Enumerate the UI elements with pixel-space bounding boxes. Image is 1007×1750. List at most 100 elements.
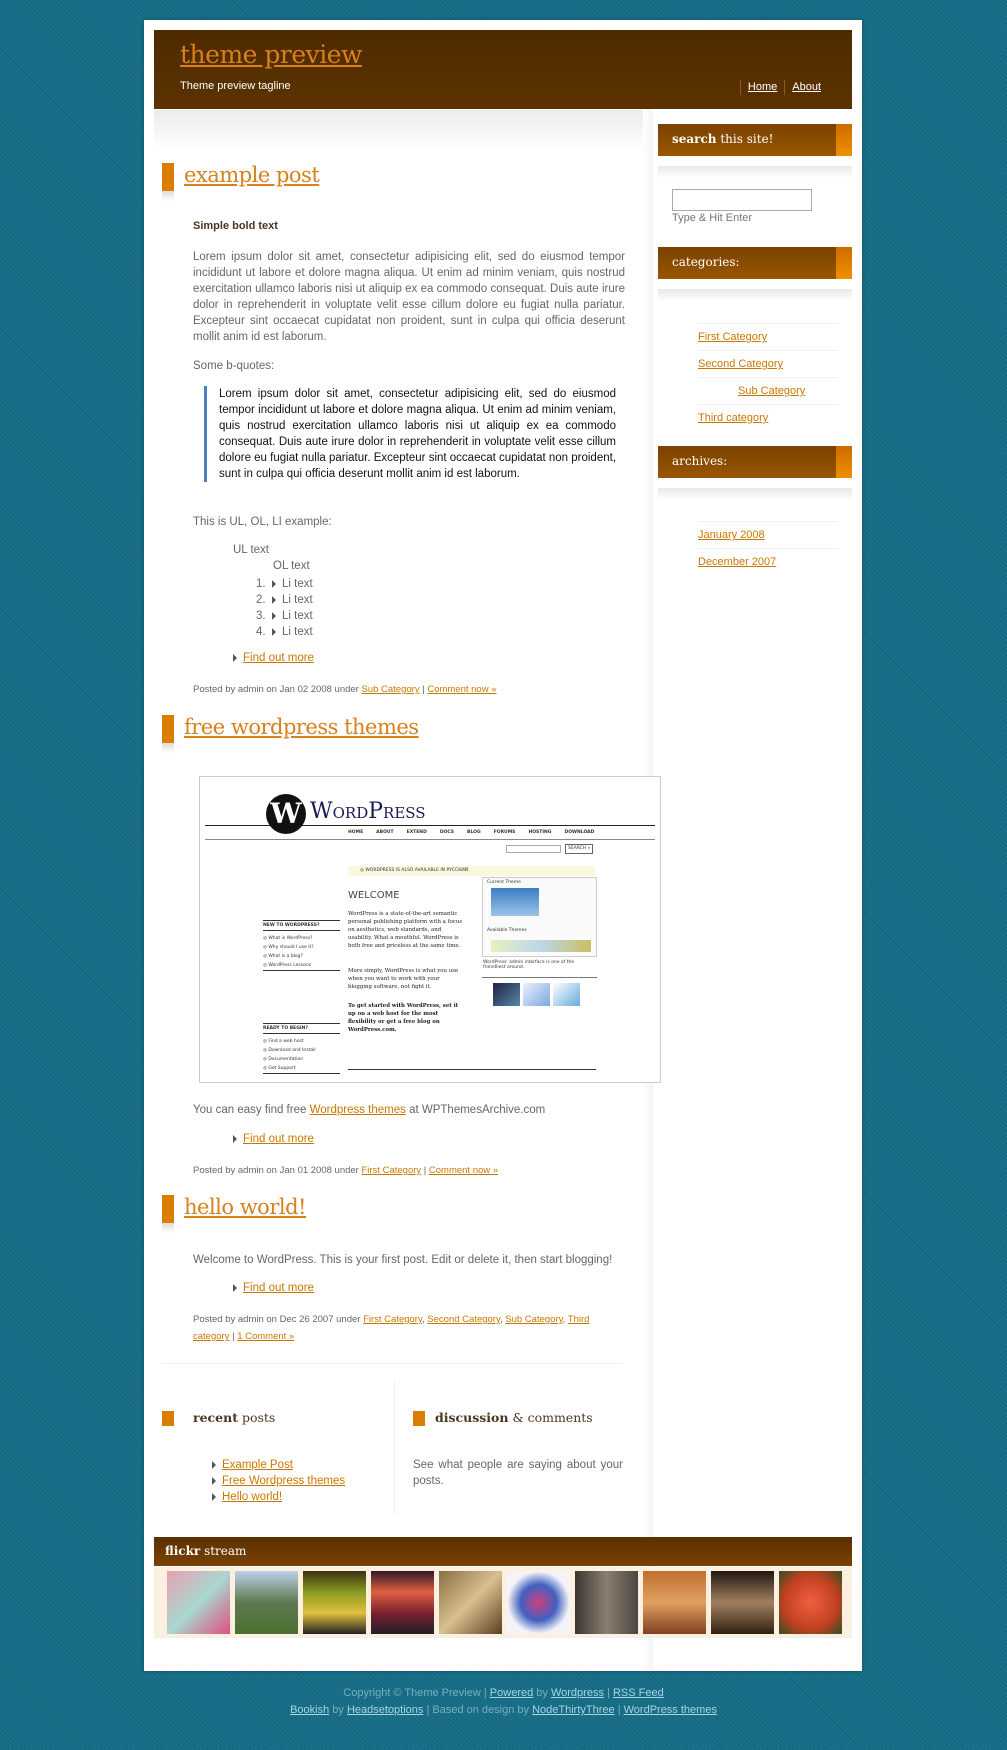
bold-text: Simple bold text bbox=[193, 220, 278, 232]
wp-theme-preview bbox=[491, 888, 539, 916]
comment-link[interactable]: Comment now » bbox=[427, 684, 496, 695]
rss-link[interactable]: RSS Feed bbox=[613, 1687, 664, 1699]
wp-new-head: NEW TO WORDPRESS? bbox=[263, 920, 340, 931]
flickr-photo[interactable] bbox=[235, 1571, 298, 1634]
headsetoptions-link[interactable]: Headsetoptions bbox=[347, 1704, 423, 1716]
recent-posts-list: Example Post Free Wordpress themes Hello… bbox=[212, 1457, 345, 1505]
wp-thumb bbox=[523, 983, 550, 1006]
discussion-text: See what people are saying about your po… bbox=[413, 1459, 623, 1487]
wp-current-theme: Current Theme bbox=[487, 880, 521, 885]
post-meta: Posted by admin on Dec 26 2007 under Fir… bbox=[193, 1314, 590, 1342]
text: at WPThemesArchive.com bbox=[409, 1104, 546, 1116]
post-paragraph: Welcome to WordPress. This is your first… bbox=[193, 1254, 613, 1266]
wp-p1: WordPress is a state-of-the-art semantic… bbox=[348, 911, 463, 949]
category-item: First Category bbox=[698, 323, 838, 350]
category-link[interactable]: Sub Category bbox=[361, 684, 419, 695]
powered-link[interactable]: Powered bbox=[490, 1687, 533, 1699]
wordpress-themes-link[interactable]: Wordpress themes bbox=[310, 1104, 406, 1116]
category-link[interactable]: Second Category bbox=[698, 358, 783, 370]
flickr-photo[interactable] bbox=[439, 1571, 502, 1634]
wordpress-link[interactable]: Wordpress bbox=[551, 1687, 604, 1699]
post-title-link[interactable]: example post bbox=[184, 163, 320, 187]
wp-thumbs bbox=[493, 983, 580, 1006]
flickr-photo[interactable] bbox=[303, 1571, 366, 1634]
flickr-photo[interactable] bbox=[643, 1571, 706, 1634]
category-item: Third category bbox=[698, 404, 838, 431]
wp-nav-item: EXTEND bbox=[406, 830, 427, 835]
wp-nav: HOME ABOUT EXTEND DOCS BLOG FORUMS HOSTING DOWN… bbox=[348, 830, 594, 835]
list-item: Hello world! bbox=[212, 1489, 345, 1505]
nav-home[interactable]: Home bbox=[739, 80, 784, 95]
post-paragraph: Lorem ipsum dolor sit amet, consectetur … bbox=[193, 251, 625, 343]
wp-nav-item: HOSTING bbox=[528, 830, 552, 835]
main-nav: Home About bbox=[739, 80, 828, 95]
list-item: 3. Li text bbox=[256, 608, 313, 624]
wp-rule bbox=[482, 977, 597, 978]
wp-thumb bbox=[553, 983, 580, 1006]
arrow-icon bbox=[233, 1134, 237, 1143]
nodethirtythree-link[interactable]: NodeThirtyThree bbox=[532, 1704, 615, 1716]
category-link[interactable]: Second Category bbox=[427, 1314, 500, 1325]
flickr-photo[interactable] bbox=[575, 1571, 638, 1634]
list-item: 2. Li text bbox=[256, 592, 313, 608]
post-title-link[interactable]: hello world! bbox=[184, 1195, 306, 1219]
category-link[interactable]: First Category bbox=[698, 331, 767, 343]
wp-ready-list: ◎ Find a web host ◎ Download and Install ◎… bbox=[263, 1037, 340, 1074]
footer-line-1: Copyright © Theme Preview | Powered by W… bbox=[0, 1685, 1007, 1702]
post-meta: Posted by admin on Jan 02 2008 under Sub… bbox=[193, 681, 593, 698]
find-out-more-link[interactable]: Find out more bbox=[243, 1133, 314, 1145]
read-more: Find out more bbox=[233, 1133, 314, 1145]
widget-shadow bbox=[658, 488, 852, 500]
comment-link[interactable]: Comment now » bbox=[429, 1165, 498, 1176]
categories-header: categories: bbox=[658, 247, 852, 279]
category-link[interactable]: Third category bbox=[698, 412, 768, 424]
post-title-link[interactable]: free wordpress themes bbox=[184, 715, 419, 739]
title-marker bbox=[162, 715, 174, 753]
wp-search-button: SEARCH » bbox=[565, 844, 594, 854]
archive-item: January 2008 bbox=[698, 521, 838, 548]
page: theme preview Theme preview tagline Home… bbox=[144, 20, 862, 1671]
list-item: 1. Li text bbox=[256, 576, 313, 592]
flickr-photo[interactable] bbox=[507, 1571, 570, 1634]
search-widget-header: search this site! bbox=[658, 124, 852, 156]
recent-post-link[interactable]: Example Post bbox=[222, 1459, 293, 1471]
flickr-photo[interactable] bbox=[167, 1571, 230, 1634]
flickr-header: flickr stream bbox=[154, 1537, 852, 1566]
category-link[interactable]: First Category bbox=[363, 1314, 422, 1325]
li-number: 2. bbox=[256, 594, 266, 606]
footer-line-2: Bookish by Headsetoptions | Based on des… bbox=[0, 1702, 1007, 1719]
list-item: Example Post bbox=[212, 1457, 345, 1473]
find-out-more-link[interactable]: Find out more bbox=[243, 1282, 314, 1294]
wp-link: ◎ What is a blog? bbox=[263, 954, 303, 959]
arrow-icon bbox=[233, 653, 237, 662]
text: by bbox=[332, 1704, 344, 1716]
arrow-icon bbox=[212, 1460, 216, 1469]
recent-post-link[interactable]: Hello world! bbox=[222, 1491, 282, 1503]
content-shadow bbox=[154, 110, 644, 150]
search-input[interactable] bbox=[672, 189, 812, 211]
meta-text: Posted by admin on Dec 26 2007 under bbox=[193, 1314, 361, 1325]
category-link[interactable]: Sub Category bbox=[738, 385, 805, 397]
flickr-photo[interactable] bbox=[711, 1571, 774, 1634]
title-marker bbox=[162, 1195, 174, 1233]
flickr-thumbnails bbox=[154, 1567, 852, 1638]
category-link[interactable]: Sub Category bbox=[505, 1314, 562, 1325]
wp-thumb bbox=[493, 983, 520, 1006]
find-out-more-link[interactable]: Find out more bbox=[243, 652, 314, 664]
heading-rest: & comments bbox=[512, 1410, 593, 1425]
category-link[interactable]: First Category bbox=[361, 1165, 421, 1176]
site-title[interactable]: theme preview bbox=[180, 40, 362, 69]
flickr-photo[interactable] bbox=[371, 1571, 434, 1634]
flickr-photo[interactable] bbox=[779, 1571, 842, 1634]
category-item: Sub Category bbox=[698, 377, 838, 404]
nav-about[interactable]: About bbox=[784, 80, 828, 95]
wp-rule bbox=[205, 839, 655, 840]
wordpress-themes-footer-link[interactable]: WordPress themes bbox=[624, 1704, 717, 1716]
wp-available: Available Themes bbox=[487, 928, 527, 933]
wordpress-logo-icon: W bbox=[266, 794, 306, 834]
recent-post-link[interactable]: Free Wordpress themes bbox=[222, 1475, 345, 1487]
archive-link[interactable]: January 2008 bbox=[698, 529, 765, 541]
bookish-link[interactable]: Bookish bbox=[290, 1704, 329, 1716]
comment-link[interactable]: 1 Comment » bbox=[237, 1331, 294, 1342]
archive-link[interactable]: December 2007 bbox=[698, 556, 776, 568]
